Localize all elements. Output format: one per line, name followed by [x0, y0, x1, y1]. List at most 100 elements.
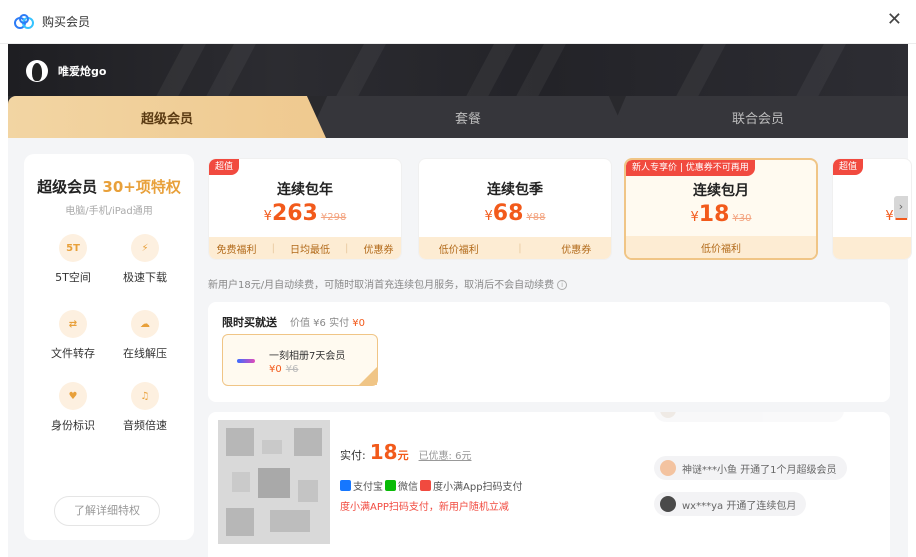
tab-package[interactable]: 套餐	[308, 96, 628, 138]
plan-card-monthly[interactable]: 新人专享价 | 优惠券不可再用 连续包月 ¥18 ¥30 低价福利	[624, 158, 818, 260]
plan-card-yearly[interactable]: 超值 连续包年 ¥263 ¥298 免费福利 | 日均最低 | 优惠券	[208, 158, 402, 260]
gift-value: 价值 ¥6 实付 ¥0	[290, 314, 365, 329]
price-value: 263	[271, 201, 318, 226]
gift-original-price: ¥6	[285, 364, 299, 375]
plan-perk: 免费福利	[216, 244, 257, 256]
privileges-title: 超级会员 30+项特权	[24, 176, 194, 197]
scroll-right-arrow-icon[interactable]: ›	[894, 196, 908, 218]
paid-amount: 18	[369, 440, 398, 464]
perk-fast-download: ⚡ 极速下载	[110, 234, 180, 285]
feed-text: 神谜***小鱼 开通了1个月超级会员	[682, 464, 837, 476]
payment-qr-code	[218, 420, 330, 544]
username: 唯爱炝go	[58, 65, 107, 78]
perk-label: 文件转存	[51, 347, 95, 360]
gift-value-label: 价值 ¥6 实付	[290, 318, 350, 329]
perk-label: 音频倍速	[123, 419, 167, 432]
plan-price: ¥18 ¥30	[626, 202, 816, 227]
privileges-subtitle: 电脑/手机/iPad通用	[65, 206, 153, 217]
payment-methods: 支付宝 微信 度小满App扫码支付	[340, 478, 523, 493]
duxiaoman-icon	[420, 480, 431, 491]
payment-info: 实付: 18元 已优惠: 6元	[340, 440, 471, 464]
window-title: 购买会员	[42, 15, 91, 29]
plan-card-quarterly[interactable]: 连续包季 ¥68 ¥88 低价福利 | 优惠券	[418, 158, 612, 260]
cloud-logo-icon	[14, 13, 34, 29]
tab-joint-membership[interactable]: 联合会员	[608, 96, 908, 138]
plan-tag: 超值	[209, 159, 240, 175]
main-content: 超级会员 30+项特权 电脑/手机/iPad通用 5T 5T空间 ⚡ 极速下载 …	[8, 138, 912, 557]
user-banner: 唯爱炝go	[8, 44, 908, 96]
price-value: 18	[698, 202, 730, 227]
perk-label: 在线解压	[123, 347, 167, 360]
perk-label: 身份标识	[51, 419, 95, 432]
privileges-count: 30+项特权	[102, 178, 181, 196]
membership-tabs: 联合会员 套餐 超级会员	[8, 96, 908, 138]
tab-super-member[interactable]: 超级会员	[8, 96, 326, 138]
perk-online-extract: ☁ 在线解压	[110, 310, 180, 361]
plan-name: 连续包月	[693, 183, 749, 199]
plan-perk: 优惠券	[561, 244, 592, 256]
privileges-title-text: 超级会员	[37, 178, 98, 196]
gift-item-name: 一刻相册7天会员	[269, 351, 346, 362]
perk-file-transfer: ⇄ 文件转存	[38, 310, 108, 361]
currency-symbol: ¥	[885, 209, 894, 224]
plan-perks: 低价福利 | 优惠券	[419, 237, 611, 259]
file-transfer-icon: ⇄	[59, 310, 87, 338]
original-price: ¥88	[526, 212, 546, 223]
currency-symbol: ¥	[484, 209, 493, 224]
plan-perks: 免费福利 | 日均最低 | 优惠券	[209, 237, 401, 259]
plan-name: 连续包季	[487, 182, 543, 198]
close-icon[interactable]: ✕	[887, 10, 902, 30]
gift-title: 限时买就送	[222, 316, 277, 329]
details-button[interactable]: 了解详细特权	[54, 496, 160, 526]
feed-item: wx***ya 开通了连续包月	[654, 492, 807, 516]
cloud-extract-icon: ☁	[131, 310, 159, 338]
payment-method-label: 度小满App扫码支付	[433, 482, 523, 493]
gift-card[interactable]: 一刻相册7天会员 ¥0 ¥6	[222, 334, 378, 386]
lightning-icon: ⚡	[131, 234, 159, 262]
plan-perk: 日均最低	[289, 244, 330, 256]
wechat-icon	[385, 480, 396, 491]
payment-section: 实付: 18元 已优惠: 6元 支付宝 微信 度小满App扫码支付 度小满APP扫码…	[208, 412, 890, 557]
selected-check-icon	[359, 367, 377, 385]
payment-amount: 实付: 18元 已优惠: 6元	[340, 440, 471, 464]
avatar	[26, 60, 48, 82]
gift-value-paid: ¥0	[352, 318, 366, 329]
plan-perk: 优惠券	[363, 244, 394, 256]
feed-item: 神谜***小鱼 开通了1个月超级会员	[654, 456, 847, 480]
avatar	[660, 460, 676, 476]
paid-unit: 元	[397, 449, 409, 462]
gift-item-price: ¥0 ¥6	[269, 364, 298, 375]
plan-tag: 超值	[833, 159, 864, 175]
storage-5t-icon: 5T	[59, 234, 87, 262]
gift-price-value: ¥0	[269, 364, 282, 375]
plan-perks	[833, 237, 911, 259]
payment-method-label: 支付宝	[353, 482, 383, 493]
paid-label: 实付:	[340, 449, 366, 462]
tab-label: 套餐	[454, 111, 481, 127]
plan-tag: 新人专享价 | 优惠券不可再用	[626, 160, 755, 176]
currency-symbol: ¥	[690, 210, 699, 225]
feed-text: wx***ya 开通了连续包月	[682, 500, 797, 512]
plan-name: 连续包年	[277, 182, 333, 198]
info-icon[interactable]: i	[557, 280, 568, 290]
audio-speed-icon: ♫	[131, 382, 159, 410]
payment-promo-text: 度小满APP扫码支付，新用户随机立减	[340, 502, 509, 513]
yike-album-icon	[237, 359, 255, 363]
original-price: ¥30	[732, 213, 752, 224]
alipay-icon	[340, 480, 351, 491]
notice-text: 新用户18元/月自动续费，可随时取消首充连续包月服务，取消后不会自动续费	[208, 280, 555, 291]
plan-perk: 低价福利	[438, 244, 479, 256]
tab-label: 联合会员	[731, 111, 784, 127]
plan-price: ¥263 ¥298	[209, 201, 401, 226]
price-value: 68	[492, 201, 524, 226]
auto-renew-notice: 新用户18元/月自动续费，可随时取消首充连续包月服务，取消后不会自动续费 i	[208, 276, 568, 291]
plan-perk: 低价福利	[701, 243, 741, 255]
perk-label: 5T空间	[55, 271, 91, 284]
original-price: ¥298	[320, 212, 347, 223]
perk-audio-speed: ♫ 音频倍速	[110, 382, 180, 433]
plan-cards: 超值 连续包年 ¥263 ¥298 免费福利 | 日均最低 | 优惠券 连续包季 …	[208, 158, 912, 260]
perk-5t-space: 5T 5T空间	[38, 234, 108, 285]
feed-item-partial	[654, 412, 844, 422]
payment-method-label: 微信	[398, 482, 418, 493]
currency-symbol: ¥	[263, 209, 272, 224]
